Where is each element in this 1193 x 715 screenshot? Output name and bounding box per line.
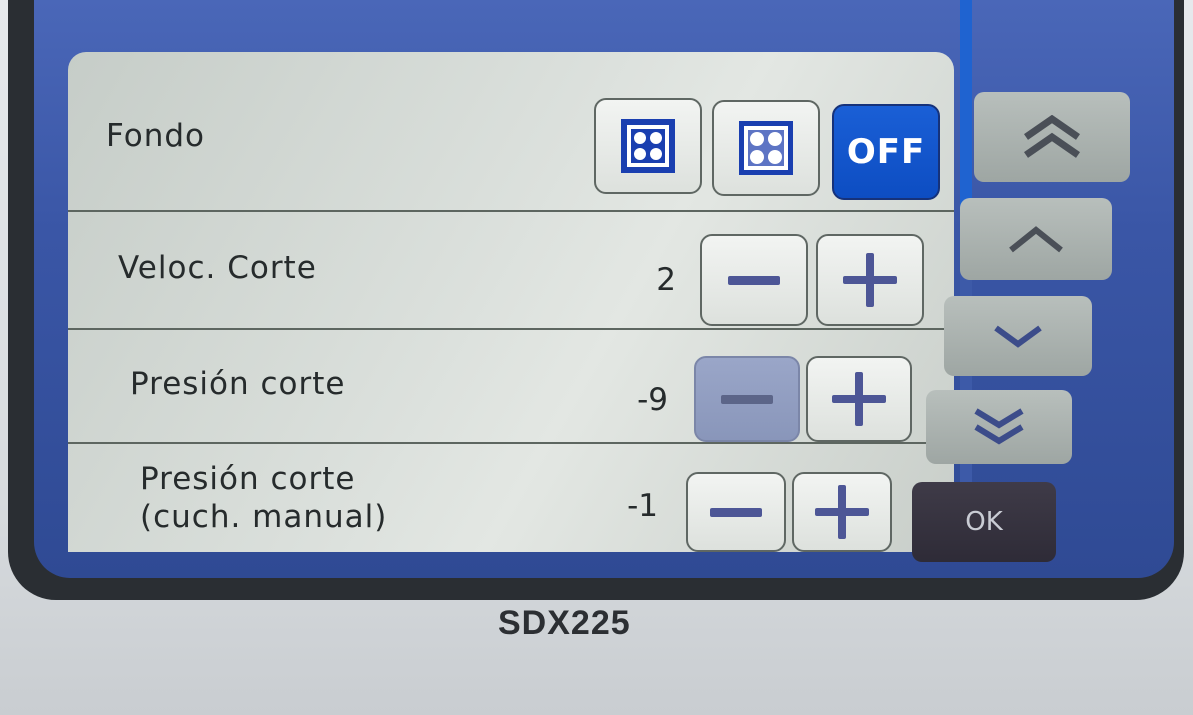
cut-speed-decrease-button[interactable] [700,234,808,326]
double-chevron-up-icon [1024,115,1080,158]
plus-icon [843,253,897,307]
touch-screen: Fondo OFF Veloc. Corte 2 Presión corte -… [34,0,1174,578]
cut-speed-value: 2 [656,262,676,298]
background-label: Fondo [106,118,205,154]
cut-pressure-manual-decrease-button[interactable] [686,472,786,552]
ok-button[interactable]: OK [912,482,1056,562]
minus-icon [710,507,762,517]
device-body: Fondo OFF Veloc. Corte 2 Presión corte -… [0,0,1193,715]
scroll-up-button[interactable] [960,198,1112,280]
off-label: OFF [846,132,926,172]
cut-pressure-label: Presión corte [130,366,346,402]
cut-speed-increase-button[interactable] [816,234,924,326]
settings-panel: Fondo OFF Veloc. Corte 2 Presión corte -… [68,52,954,552]
chevron-down-icon [994,325,1042,348]
pattern-full-icon [621,119,675,173]
page-down-button[interactable] [926,390,1072,464]
cut-pressure-value: -9 [637,382,668,418]
page-up-button[interactable] [974,92,1130,182]
model-label: SDX225 [498,604,631,642]
background-off-button[interactable]: OFF [832,104,940,200]
setting-row-cut-pressure: Presión corte -9 [68,328,954,444]
background-pattern-full-button[interactable] [594,98,702,194]
setting-row-cut-speed: Veloc. Corte 2 [68,210,954,330]
cut-speed-label: Veloc. Corte [118,250,317,286]
cut-pressure-manual-label-line2: (cuch. manual) [140,499,388,535]
double-chevron-down-icon [974,408,1024,445]
cut-pressure-increase-button[interactable] [806,356,912,442]
setting-row-cut-pressure-manual: Presión corte (cuch. manual) -1 [68,442,954,552]
ok-label: OK [965,507,1003,537]
minus-icon [721,394,773,404]
minus-icon [728,275,780,285]
cut-pressure-manual-label-line1: Presión corte [140,461,356,497]
scroll-down-button[interactable] [944,296,1092,376]
plus-icon [832,372,886,426]
cut-pressure-manual-increase-button[interactable] [792,472,892,552]
cut-pressure-decrease-button[interactable] [694,356,800,442]
chevron-up-icon [1009,226,1063,253]
plus-icon [815,485,869,539]
cut-pressure-manual-label: Presión corte (cuch. manual) [140,460,387,536]
cut-pressure-manual-value: -1 [627,488,658,524]
background-pattern-light-button[interactable] [712,100,820,196]
pattern-light-icon [739,121,793,175]
setting-row-background: Fondo OFF [68,52,954,212]
